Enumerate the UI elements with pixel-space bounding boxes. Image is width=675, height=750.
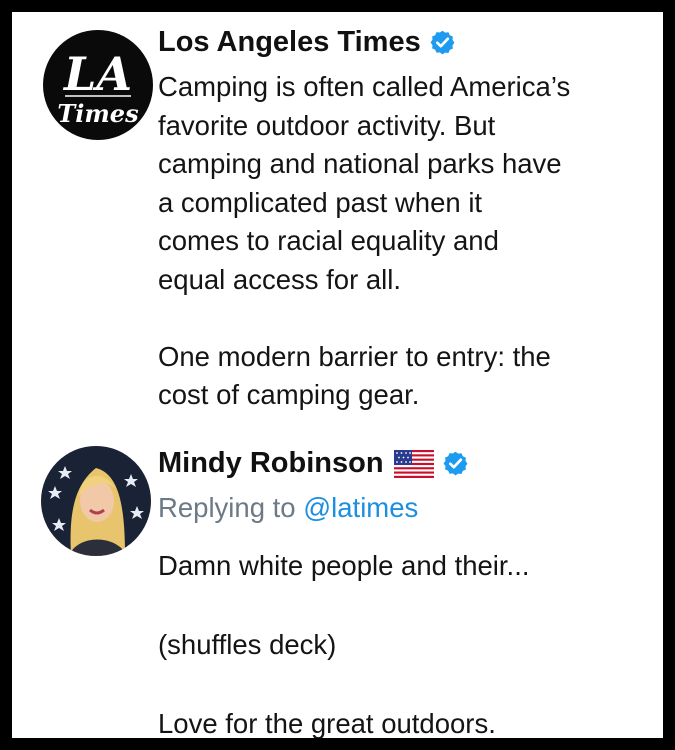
profile-photo-icon xyxy=(41,446,151,556)
replying-prefix: Replying to xyxy=(158,492,296,523)
us-flag-icon xyxy=(393,449,434,478)
tweet-reply[interactable]: Mindy Robinson Replying to @latimes Damn… xyxy=(12,432,663,738)
latimes-avatar[interactable]: LA Times xyxy=(43,30,153,140)
svg-text:Times: Times xyxy=(57,99,139,128)
tweet-body-text: Camping is often called America’s favori… xyxy=(158,71,571,410)
latimes-logo-icon: LA Times xyxy=(57,47,139,128)
replying-handle-link[interactable]: @latimes xyxy=(303,492,418,523)
tweet-latimes[interactable]: LA Times Los Angeles Times Camping is of… xyxy=(12,12,663,432)
svg-text:LA: LA xyxy=(62,47,132,101)
mindy-name-row[interactable]: Mindy Robinson xyxy=(158,447,469,480)
replying-to-line: Replying to @latimes xyxy=(158,492,418,524)
mindy-robinson-avatar[interactable] xyxy=(41,446,151,556)
latimes-name-row[interactable]: Los Angeles Times xyxy=(158,26,456,59)
verified-badge-icon xyxy=(443,451,467,476)
author-name[interactable]: Los Angeles Times xyxy=(158,26,421,59)
author-name[interactable]: Mindy Robinson xyxy=(158,447,384,480)
verified-badge-icon xyxy=(430,30,455,55)
reply-body-text: Damn white people and their... (shuffles… xyxy=(158,550,530,738)
screenshot-frame: LA Times Los Angeles Times Camping is of… xyxy=(12,12,663,738)
